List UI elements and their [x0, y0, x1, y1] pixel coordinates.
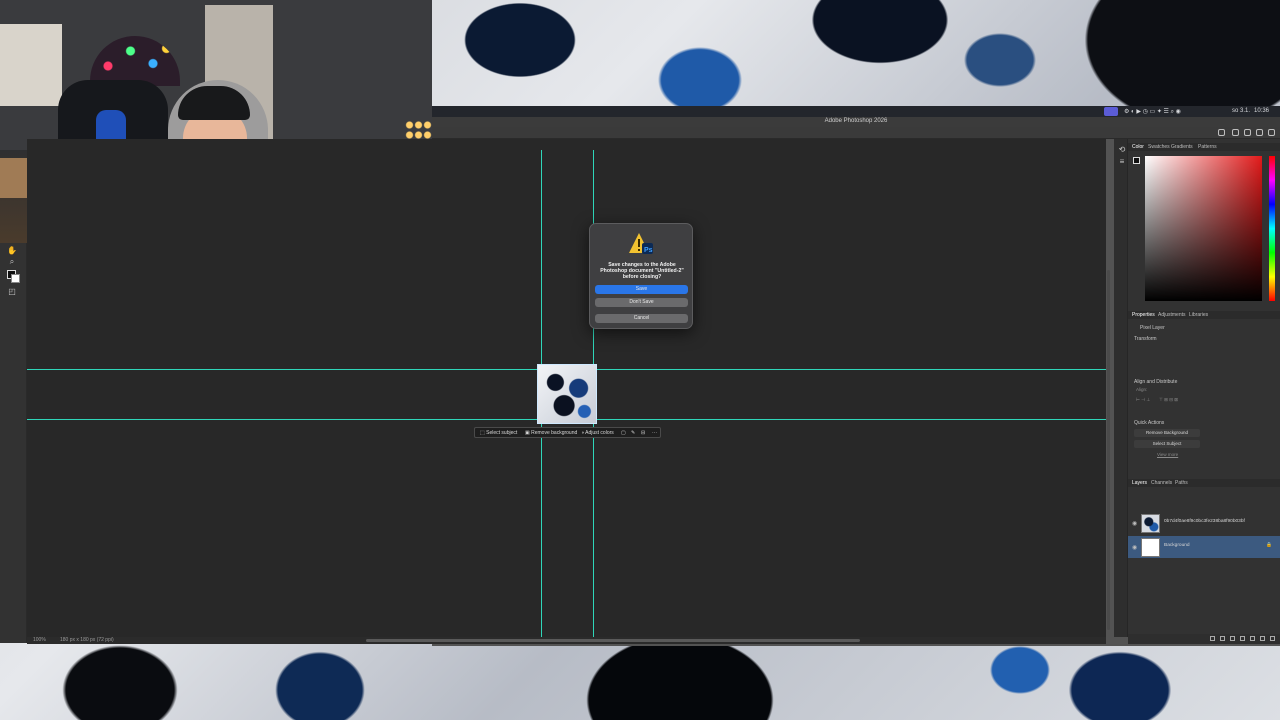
macos-menubar: ⚙ ◐ ▶ ◷ ▭ ✦ ☰ ⌕ ◉ so 3.1. 10:36 [432, 106, 1280, 117]
vertical-scrollbar[interactable] [1107, 270, 1110, 630]
tab-adjustments[interactable]: Adjustments [1158, 312, 1186, 318]
cancel-button[interactable]: Cancel [595, 314, 688, 323]
tab-properties[interactable]: Properties [1132, 312, 1155, 318]
color-picker-field[interactable] [1145, 156, 1262, 301]
quick-mask-icon[interactable]: ◰ [6, 287, 18, 297]
delete-layer-icon[interactable] [1270, 636, 1275, 641]
quick-actions-section[interactable]: Quick Actions [1134, 420, 1164, 426]
align-buttons[interactable]: ⊢ ⊣ ⊥ ⊤ ⊞ ⊟ ⊠ [1136, 397, 1178, 403]
document-info[interactable]: 180 px x 180 px (72 ppi) [60, 637, 114, 644]
adjustment-layer-icon[interactable] [1240, 636, 1245, 641]
learn-icon[interactable] [1256, 129, 1263, 136]
tab-paths[interactable]: Paths [1175, 480, 1188, 486]
document-image[interactable] [537, 364, 597, 424]
panel-dock-strip: ⟲ ≡ [1114, 139, 1128, 637]
home-icon[interactable] [1232, 129, 1239, 136]
history-icon[interactable]: ⟲ [1116, 145, 1128, 155]
menubar-time: 10:36 [1254, 108, 1270, 114]
layer-thumbnail [1141, 538, 1160, 557]
layer-row-selected[interactable]: ◉ Background 🔒 [1128, 536, 1280, 558]
window-title: Adobe Photoshop 2026 [824, 118, 888, 124]
quick-select-subject-button[interactable]: Select Subject [1134, 440, 1200, 448]
save-button[interactable]: Save [595, 285, 688, 294]
tab-channels[interactable]: Channels [1151, 480, 1172, 486]
pin-icon[interactable]: ⊟ [641, 429, 645, 437]
layers-footer [1128, 634, 1280, 644]
layer-row[interactable]: ◉ 0b7d4f0ae8f9c0bc3fe238ba8f90b03bf [1128, 512, 1280, 534]
color-panel-tabs: Color Swatches Gradients Patterns [1128, 143, 1280, 151]
tools-panel: ✋ ⌕ ··· ◰ [0, 243, 27, 643]
right-panels: Color Swatches Gradients Patterns Proper… [1128, 139, 1280, 644]
remove-background-label: Remove background [531, 430, 578, 436]
brush-icon[interactable]: ✎ [631, 429, 635, 437]
add-mask-icon[interactable] [1230, 636, 1235, 641]
layer-name[interactable]: Background [1164, 543, 1190, 548]
tab-gradients[interactable]: Gradients [1171, 144, 1193, 150]
screen-recording-icon[interactable] [1104, 107, 1118, 116]
add-style-icon[interactable] [1220, 636, 1225, 641]
tab-libraries[interactable]: Libraries [1189, 312, 1208, 318]
share-icon[interactable] [1218, 129, 1225, 136]
window-titlebar: Adobe Photoshop 2026 [432, 117, 1280, 127]
adjust-colors-button[interactable]: ◑ Adjust colors [581, 429, 614, 437]
horizontal-scrollbar[interactable] [366, 639, 860, 642]
properties-icon[interactable]: ≡ [1116, 157, 1128, 167]
panel-foreground-swatch[interactable] [1133, 157, 1140, 164]
more-options-button[interactable]: ··· [652, 429, 657, 437]
select-subject-label: Select subject [486, 430, 518, 436]
workspace-icon[interactable] [1268, 129, 1275, 136]
dont-save-button[interactable]: Don't Save [595, 298, 688, 307]
new-layer-icon[interactable] [1260, 636, 1265, 641]
webcam-pegboard [0, 24, 62, 106]
transform-section[interactable]: Transform [1134, 336, 1157, 342]
zoom-level[interactable]: 100% [33, 637, 46, 644]
warning-icon: Ps [629, 233, 653, 254]
search-icon[interactable] [1244, 129, 1251, 136]
status-icons[interactable]: ⚙ ◐ ▶ ◷ ▭ ✦ ☰ ⌕ ◉ [1124, 108, 1181, 116]
quick-remove-background-button[interactable]: Remove Background [1134, 429, 1200, 437]
lock-icon: 🔒 [1266, 543, 1272, 548]
background-color-swatch[interactable] [11, 274, 20, 283]
tab-swatches[interactable]: Swatches [1148, 144, 1170, 150]
layer-type-label: Pixel Layer [1140, 325, 1165, 331]
hue-slider[interactable] [1269, 156, 1275, 301]
view-more-link[interactable]: View more [1157, 452, 1178, 457]
align-label: Align: [1136, 387, 1148, 392]
visibility-eye-icon[interactable]: ◉ [1132, 520, 1137, 527]
options-bar [432, 127, 1280, 139]
mask-icon[interactable]: ▢ [621, 429, 626, 437]
adjust-colors-label: Adjust colors [585, 430, 614, 436]
align-section[interactable]: Align and Distribute [1134, 379, 1177, 385]
layers-panel-tabs: Layers Channels Paths [1128, 479, 1280, 487]
tab-layers[interactable]: Layers [1132, 480, 1147, 486]
dialog-message: Save changes to the Adobe Photoshop docu… [600, 262, 684, 280]
remove-background-button[interactable]: ▣ Remove background [525, 429, 577, 437]
group-icon[interactable] [1250, 636, 1255, 641]
link-layers-icon[interactable] [1210, 636, 1215, 641]
save-changes-dialog: Ps Save changes to the Adobe Photoshop d… [589, 223, 693, 329]
visibility-eye-icon[interactable]: ◉ [1132, 544, 1137, 551]
zoom-tool-icon[interactable]: ⌕ [6, 257, 18, 267]
layer-thumbnail [1141, 514, 1160, 533]
properties-panel-tabs: Properties Adjustments Libraries [1128, 311, 1280, 319]
tab-color[interactable]: Color [1132, 144, 1144, 150]
svg-text:Ps: Ps [644, 247, 653, 254]
contextual-task-bar: ⬚ Select subject ▣ Remove background ◑ A… [474, 427, 661, 438]
select-subject-button[interactable]: ⬚ Select subject [480, 429, 517, 437]
menubar-date: so 3.1. [1232, 108, 1251, 114]
tab-patterns[interactable]: Patterns [1198, 144, 1217, 150]
hand-tool-icon[interactable]: ✋ [6, 246, 18, 256]
layer-name[interactable]: 0b7d4f0ae8f9c0bc3fe238ba8f90b03bf [1164, 519, 1245, 524]
